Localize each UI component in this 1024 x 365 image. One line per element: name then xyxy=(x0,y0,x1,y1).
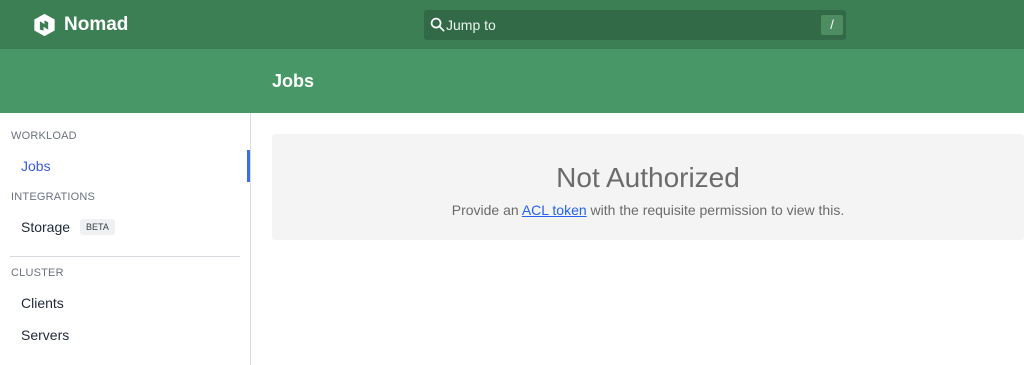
nomad-logo-icon xyxy=(34,13,55,37)
sidebar: WORKLOAD Jobs INTEGRATIONS Storage BETA … xyxy=(0,113,251,365)
not-authorized-panel: Not Authorized Provide an ACL token with… xyxy=(272,134,1024,240)
jump-to-search[interactable]: / xyxy=(424,10,846,40)
sidebar-divider xyxy=(10,256,240,257)
sidebar-item-clients[interactable]: Clients xyxy=(21,295,64,311)
empty-state-message: Provide an ACL token with the requisite … xyxy=(272,202,1024,218)
search-input[interactable] xyxy=(446,14,826,36)
page-header: Jobs xyxy=(0,49,1024,113)
section-label-cluster: CLUSTER xyxy=(11,267,64,279)
sidebar-item-storage[interactable]: Storage xyxy=(21,219,70,235)
empty-state-title: Not Authorized xyxy=(556,162,740,193)
section-label-integrations: INTEGRATIONS xyxy=(11,191,96,203)
beta-badge: BETA xyxy=(80,219,115,235)
acl-token-link[interactable]: ACL token xyxy=(522,202,587,218)
search-icon xyxy=(430,17,445,32)
brand-name: Nomad xyxy=(64,14,129,35)
message-before: Provide an xyxy=(451,202,522,218)
message-after: with the requisite permission to view th… xyxy=(586,202,845,218)
search-shortcut-key: / xyxy=(821,15,843,35)
active-nav-indicator xyxy=(247,150,250,182)
top-navigation-bar: Nomad / xyxy=(0,0,1024,49)
sidebar-item-servers[interactable]: Servers xyxy=(21,327,69,343)
section-label-workload: WORKLOAD xyxy=(11,130,77,142)
sidebar-item-jobs[interactable]: Jobs xyxy=(21,158,51,174)
nomad-logo-link[interactable]: Nomad xyxy=(33,13,128,37)
page-title: Jobs xyxy=(272,71,315,91)
